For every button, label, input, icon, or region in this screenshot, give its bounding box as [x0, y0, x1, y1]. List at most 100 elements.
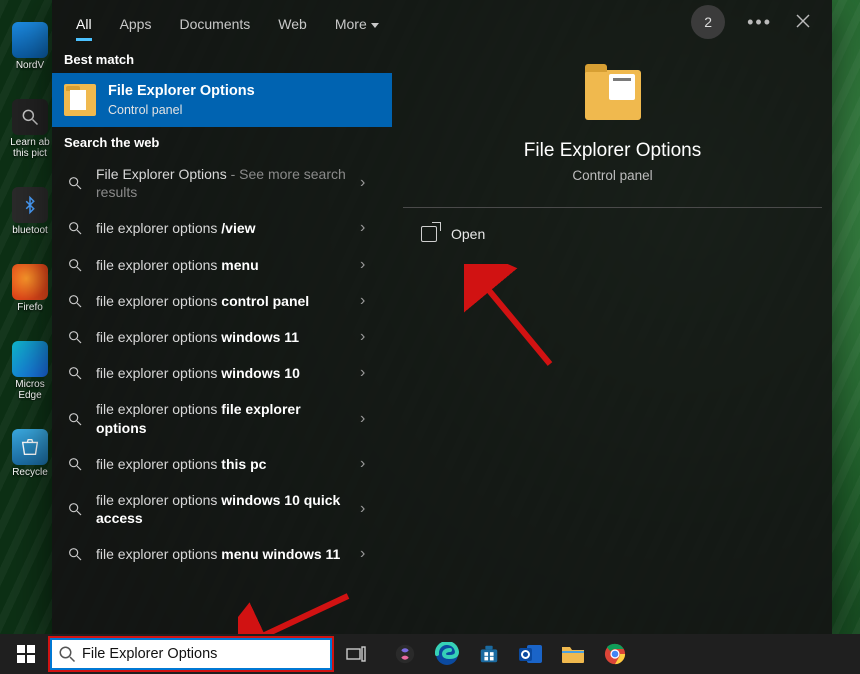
search-icon — [66, 328, 84, 346]
taskbar-store[interactable] — [470, 634, 508, 674]
bluetooth-icon — [12, 187, 48, 223]
suggestion-text: file explorer options windows 11 — [96, 328, 348, 346]
search-icon — [66, 364, 84, 382]
desktop-icon-label: NordV — [16, 60, 44, 71]
chevron-right-icon[interactable]: › — [360, 219, 378, 237]
chevron-right-icon[interactable]: › — [360, 256, 378, 274]
search-icon — [66, 500, 84, 518]
best-match-title: File Explorer Options — [108, 83, 255, 99]
desktop-icon-recycle-bin[interactable]: Recycle — [6, 429, 54, 478]
open-external-icon — [421, 226, 437, 242]
search-tabs: All Apps Documents Web More 2 ••• — [52, 0, 832, 44]
web-suggestion[interactable]: file explorer options windows 10 › — [52, 355, 392, 391]
chevron-right-icon[interactable]: › — [360, 328, 378, 346]
search-web-label: Search the web — [52, 127, 392, 156]
best-match-label: Best match — [52, 44, 392, 73]
recent-searches-badge[interactable]: 2 — [691, 5, 725, 39]
best-match-result[interactable]: File Explorer Options Control panel — [52, 73, 392, 127]
folder-options-icon — [64, 84, 96, 116]
recycle-bin-icon — [12, 429, 48, 465]
search-panel: All Apps Documents Web More 2 ••• Best m… — [52, 0, 832, 634]
learn-about-icon — [12, 99, 48, 135]
preview-subtitle: Control panel — [572, 168, 652, 183]
taskbar-copilot[interactable] — [386, 634, 424, 674]
desktop-icon-bluetooth[interactable]: bluetoot — [6, 187, 54, 236]
tab-web[interactable]: Web — [266, 4, 319, 40]
suggestion-text: File Explorer Options - See more search … — [96, 165, 348, 201]
firefox-icon — [12, 264, 48, 300]
more-options-button[interactable]: ••• — [737, 6, 782, 39]
preview-column: File Explorer Options Control panel Open — [392, 44, 832, 634]
search-icon — [58, 645, 76, 663]
web-suggestion[interactable]: file explorer options menu windows 11 › — [52, 536, 392, 572]
chevron-right-icon[interactable]: › — [360, 174, 378, 192]
taskbar-outlook[interactable] — [512, 634, 550, 674]
search-icon — [66, 545, 84, 563]
folder-options-large-icon — [585, 70, 641, 120]
chevron-right-icon[interactable]: › — [360, 455, 378, 473]
search-icon — [66, 455, 84, 473]
chevron-down-icon — [371, 23, 379, 28]
web-suggestions-list: File Explorer Options - See more search … — [52, 156, 392, 634]
taskbar-search-input[interactable] — [82, 646, 324, 662]
taskbar-edge[interactable] — [428, 634, 466, 674]
preview-title: File Explorer Options — [524, 140, 701, 162]
open-action-label: Open — [451, 226, 485, 242]
desktop-icon-learn-about[interactable]: Learn ab this pict — [6, 99, 54, 159]
open-action[interactable]: Open — [403, 212, 822, 256]
search-icon — [66, 174, 84, 192]
suggestion-text: file explorer options file explorer opti… — [96, 400, 348, 436]
taskbar-file-explorer[interactable] — [554, 634, 592, 674]
tab-documents[interactable]: Documents — [167, 4, 262, 40]
suggestion-text: file explorer options windows 10 — [96, 364, 348, 382]
chevron-right-icon[interactable]: › — [360, 500, 378, 518]
task-view-button[interactable] — [334, 634, 378, 674]
best-match-subtitle: Control panel — [108, 103, 255, 117]
chevron-right-icon[interactable]: › — [360, 545, 378, 563]
web-suggestion[interactable]: file explorer options menu › — [52, 247, 392, 283]
suggestion-text: file explorer options menu windows 11 — [96, 545, 348, 563]
search-icon — [66, 292, 84, 310]
divider — [403, 207, 822, 208]
web-suggestion[interactable]: file explorer options control panel › — [52, 283, 392, 319]
tab-more[interactable]: More — [323, 4, 391, 40]
close-button[interactable] — [786, 6, 820, 39]
chevron-right-icon[interactable]: › — [360, 292, 378, 310]
taskbar-chrome[interactable] — [596, 634, 634, 674]
tab-apps[interactable]: Apps — [108, 4, 164, 40]
web-suggestion[interactable]: file explorer options this pc › — [52, 446, 392, 482]
start-button[interactable] — [4, 634, 48, 674]
web-suggestion[interactable]: file explorer options file explorer opti… — [52, 391, 392, 445]
desktop-icons-column: NordV Learn ab this pict bluetoot Firefo… — [6, 22, 58, 478]
suggestion-text: file explorer options control panel — [96, 292, 348, 310]
desktop-icon-edge[interactable]: Micros Edge — [6, 341, 54, 401]
search-icon — [66, 219, 84, 237]
desktop-icon-firefox[interactable]: Firefo — [6, 264, 54, 313]
desktop-icon-label: bluetoot — [12, 225, 48, 236]
web-suggestion[interactable]: file explorer options windows 11 › — [52, 319, 392, 355]
results-column: Best match File Explorer Options Control… — [52, 44, 392, 634]
preview-hero: File Explorer Options Control panel — [403, 64, 822, 201]
web-suggestion[interactable]: File Explorer Options - See more search … — [52, 156, 392, 210]
desktop-icon-label: Learn ab this pict — [6, 137, 54, 159]
tab-more-label: More — [335, 16, 367, 32]
desktop-icon-label: Recycle — [12, 467, 48, 478]
web-suggestion[interactable]: file explorer options /view › — [52, 210, 392, 246]
tab-all[interactable]: All — [64, 4, 104, 40]
chevron-right-icon[interactable]: › — [360, 364, 378, 382]
taskbar-search-box[interactable] — [50, 638, 332, 670]
suggestion-text: file explorer options /view — [96, 219, 348, 237]
taskbar-pinned-apps — [386, 634, 634, 674]
desktop-icon-nordvpn[interactable]: NordV — [6, 22, 54, 71]
suggestion-text: file explorer options windows 10 quick a… — [96, 491, 348, 527]
nordvpn-icon — [12, 22, 48, 58]
suggestion-text: file explorer options menu — [96, 256, 348, 274]
search-icon — [66, 410, 84, 428]
web-suggestion[interactable]: file explorer options windows 10 quick a… — [52, 482, 392, 536]
suggestion-text: file explorer options this pc — [96, 455, 348, 473]
chevron-right-icon[interactable]: › — [360, 410, 378, 428]
desktop-icon-label: Firefo — [17, 302, 43, 313]
taskbar — [0, 634, 860, 674]
search-icon — [66, 256, 84, 274]
desktop-icon-label: Micros Edge — [6, 379, 54, 401]
